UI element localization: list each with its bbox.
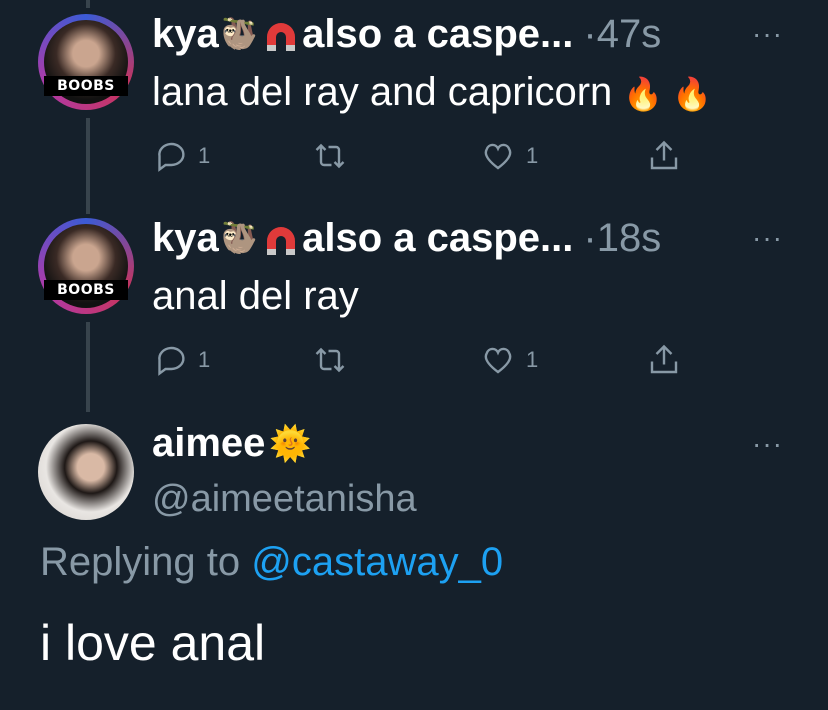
user-name[interactable]: kya (152, 216, 219, 261)
display-name-text: aimee (152, 421, 266, 465)
tweet-text: lana del ray and capricorn 🔥 🔥 (152, 70, 712, 115)
user-handle[interactable]: @aimeetanisha (152, 478, 417, 521)
more-options-icon[interactable]: ··· (752, 428, 783, 460)
thread-connector (86, 322, 90, 412)
replying-to-label: Replying to (40, 540, 241, 584)
sloth-icon: 🦥 (220, 222, 259, 255)
sloth-icon: 🦥 (220, 18, 259, 51)
replying-to-handle-link[interactable]: @castaway_0 (251, 540, 503, 584)
retweet-button[interactable] (312, 342, 348, 378)
thread-connector (86, 0, 90, 8)
replying-to: Replying to @castaway_0 (40, 540, 503, 585)
share-button[interactable] (646, 138, 682, 174)
avatar[interactable] (38, 424, 134, 520)
retweet-button[interactable] (312, 138, 348, 174)
timestamp[interactable]: ·47s (583, 12, 661, 57)
heart-icon (484, 347, 512, 374)
tweet-text: anal del ray (152, 274, 359, 318)
like-button[interactable]: 1 (480, 342, 538, 378)
share-icon (650, 344, 678, 374)
user-name[interactable]: kya (152, 12, 219, 57)
avatar[interactable]: BOOBS (38, 218, 134, 314)
retweet-icon (315, 143, 345, 169)
avatar-badge: BOOBS (44, 76, 128, 96)
reply-count: 1 (198, 143, 211, 168)
heart-icon (484, 143, 512, 170)
retweet-icon (315, 347, 345, 373)
reply-count: 1 (198, 347, 211, 372)
tweet-actions: 1 1 (152, 342, 692, 382)
like-count: 1 (526, 143, 539, 168)
user-name-suffix[interactable]: also a caspe... (302, 12, 573, 57)
main-tweet-text: i love anal (40, 615, 266, 671)
display-name[interactable]: aimee 🌞 (152, 421, 312, 466)
tweet-actions: 1 1 (152, 138, 692, 178)
timestamp[interactable]: ·18s (583, 216, 661, 261)
user-name-suffix[interactable]: also a caspe... (302, 216, 573, 261)
reply-icon (158, 142, 185, 172)
like-button[interactable]: 1 (480, 138, 538, 174)
reply-icon (158, 346, 185, 376)
reply-button[interactable]: 1 (152, 138, 210, 174)
sun-icon: 🌞 (269, 424, 312, 463)
tweet-header: kya 🦥 also a caspe... ·47s (152, 12, 661, 57)
tweet-text-body: lana del ray and capricorn (152, 70, 613, 114)
magnet-icon (267, 22, 296, 51)
magnet-icon (267, 226, 296, 255)
like-count: 1 (526, 347, 539, 372)
avatar-badge: BOOBS (44, 280, 128, 300)
tweet-header: kya 🦥 also a caspe... ·18s (152, 216, 661, 261)
avatar[interactable]: BOOBS (38, 14, 134, 110)
fire-icon: 🔥 🔥 (623, 76, 712, 112)
thread-connector (86, 118, 90, 214)
more-options-icon[interactable]: ··· (752, 18, 783, 50)
share-button[interactable] (646, 342, 682, 378)
share-icon (650, 140, 678, 170)
more-options-icon[interactable]: ··· (752, 222, 783, 254)
reply-button[interactable]: 1 (152, 342, 210, 378)
